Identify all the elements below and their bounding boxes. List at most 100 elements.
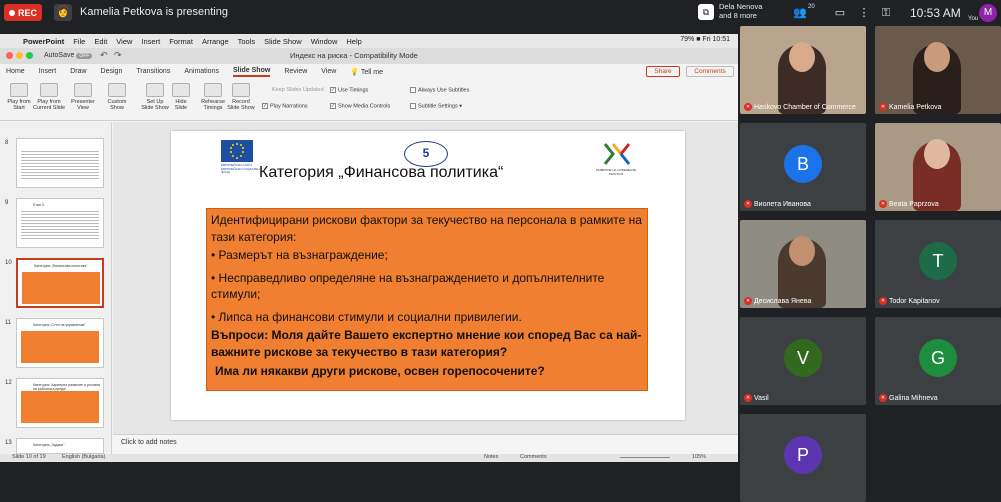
slide-thumbnail-13[interactable]: Категория „Задачи“ (16, 438, 104, 454)
participant-name: ✕ Haskovo Chamber of Commerce (744, 103, 856, 111)
presenter-view-button[interactable]: Presenter View (66, 83, 100, 111)
participant-face (789, 42, 815, 72)
slide-thumbnail-10[interactable]: Категория „Финансова политика“ (16, 258, 104, 308)
tab-transitions[interactable]: Transitions (136, 67, 170, 76)
tab-slide-show[interactable]: Slide Show (232, 66, 271, 77)
bullet-item: • Несправедливо определяне на възнагражд… (211, 270, 605, 302)
meet-top-bar: REC 👩 Kamelia Petkova is presenting ⧉ De… (0, 0, 1001, 26)
custom-show-button[interactable]: Custom Show (100, 83, 134, 111)
tab-draw[interactable]: Draw (70, 67, 86, 76)
menu-powerpoint[interactable]: PowerPoint (23, 37, 64, 46)
notes-toggle[interactable]: Notes (484, 454, 498, 460)
participant-grid: ✕ Haskovo Chamber of Commerce ✕ Kamelia Pet… (738, 26, 1001, 502)
always-use-subtitles-checkbox[interactable]: Always Use Subtitles (410, 87, 469, 93)
undo-icon[interactable]: ↶ (100, 50, 108, 61)
autosave-toggle[interactable]: AutoSave OFF (44, 52, 93, 59)
thumb-number: 9 (5, 200, 9, 206)
screen-share-icon[interactable]: ⧉ (698, 4, 714, 20)
menu-file[interactable]: File (73, 37, 85, 46)
slide-thumbnails-pane: 8 9 Етап 3. 10 Категория „Финансова поли… (0, 122, 112, 454)
menu-view[interactable]: View (116, 37, 132, 46)
chat-icon[interactable]: ▭ (832, 6, 848, 20)
document-title: Индекс на риска - Compatibility Mode (290, 51, 418, 60)
slide-thumbnail-8[interactable] (16, 138, 104, 188)
participant-name: ✕ Todor Kapitanov (879, 297, 940, 305)
bullet-item: • Размерът на възнаграждение; (211, 248, 388, 262)
slide-thumbnail-12[interactable]: Категория „Кариерно развитие и условия н… (16, 378, 104, 428)
comments-button[interactable]: Comments (686, 66, 734, 77)
menu-insert[interactable]: Insert (141, 37, 160, 46)
menu-slide-show[interactable]: Slide Show (264, 37, 302, 46)
participant-name: ✕ Виолета Иванова (744, 200, 811, 208)
participant-tile[interactable]: ✕ Beata Paprzova (875, 123, 1001, 211)
zoom-window-icon[interactable] (26, 52, 33, 59)
comments-toggle[interactable]: Comments (520, 454, 547, 460)
current-slide[interactable]: ЕВРОПЕЙСКИ СЪЮЗ ЕВРОПЕЙСКИ СОЦИАЛЕН ФОНД… (171, 131, 685, 420)
zoom-slider[interactable] (620, 457, 670, 458)
lock-icon[interactable]: ⚿ (878, 6, 894, 20)
close-window-icon[interactable] (6, 52, 13, 59)
redo-icon[interactable]: ↷ (114, 50, 122, 61)
participant-avatar: B (784, 145, 822, 183)
thumb-number: 8 (5, 140, 9, 146)
participant-tile[interactable]: ✕ Haskovo Chamber of Commerce (740, 26, 866, 114)
slide-thumbnail-9[interactable]: Етап 3. (16, 198, 104, 248)
zoom-level[interactable]: 105% (692, 454, 706, 460)
participants-summary[interactable]: Dela Nenova and 8 more (719, 2, 762, 20)
tab-animations[interactable]: Animations (184, 67, 219, 76)
hide-slide-button[interactable]: Hide Slide (164, 83, 198, 111)
tab-view[interactable]: View (321, 67, 336, 76)
menu-arrange[interactable]: Arrange (202, 37, 229, 46)
hide-slide-icon (172, 83, 190, 97)
record-slide-show-button[interactable]: Record Slide Show (224, 83, 258, 111)
participant-tile[interactable]: ✕ Десислава Янева (740, 220, 866, 308)
tab-design[interactable]: Design (101, 67, 123, 76)
participant-tile[interactable]: G ✕ Galina Mihneva (875, 317, 1001, 405)
menu-tools[interactable]: Tools (238, 37, 256, 46)
play-from-start-button[interactable]: Play from Start (2, 83, 36, 111)
mic-muted-icon: ✕ (879, 394, 887, 402)
participant-tile[interactable]: B ✕ Виолета Иванова (740, 123, 866, 211)
people-icon[interactable]: 👥 (792, 6, 808, 20)
bullet-item: • Липса на финансови стимули и социални … (211, 309, 522, 324)
participant-name-text: Виолета Иванова (754, 200, 811, 208)
show-media-controls-checkbox[interactable]: ✓ Show Media Controls (330, 103, 390, 109)
status-bar: Slide 10 of 19 English (Bulgaria) Notes … (0, 454, 738, 462)
menu-edit[interactable]: Edit (94, 37, 107, 46)
menu-format[interactable]: Format (169, 37, 193, 46)
mic-muted-icon: ✕ (879, 200, 887, 208)
language-indicator[interactable]: English (Bulgaria) (62, 454, 105, 460)
question-text-2: Има ли някакви други рискове, освен горе… (215, 364, 545, 378)
menu-window[interactable]: Window (311, 37, 338, 46)
menu-help[interactable]: Help (346, 37, 361, 46)
self-avatar[interactable]: M (979, 4, 997, 22)
tab-review[interactable]: Review (284, 67, 307, 76)
you-label: You (968, 16, 979, 22)
record-dot-icon (9, 9, 15, 16)
participant-tile[interactable]: T ✕ Todor Kapitanov (875, 220, 1001, 308)
play-from-current-button[interactable]: Play from Current Slide (32, 83, 66, 111)
participant-tile[interactable]: P (740, 414, 866, 502)
participant-tile[interactable]: ✕ Kamelia Petkova (875, 26, 1001, 114)
activities-icon[interactable]: ⋮ (856, 6, 872, 20)
participant-name-text: Todor Kapitanov (889, 297, 940, 305)
tab-home[interactable]: Home (6, 67, 25, 76)
participant-tile[interactable]: V ✕ Vasil (740, 317, 866, 405)
ribbon-tabs: Home Insert Draw Design Transitions Anim… (0, 64, 738, 79)
keep-slides-updated-checkbox[interactable]: Keep Slides Updated (272, 87, 324, 93)
tell-me-search[interactable]: 💡 Tell me (350, 67, 383, 77)
thumb-number: 13 (5, 440, 12, 446)
notes-area[interactable]: Click to add notes (113, 434, 738, 454)
people-count: 20 (808, 4, 815, 10)
slide-thumbnail-11[interactable]: Категория „Стил на управление“ (16, 318, 104, 368)
tab-insert[interactable]: Insert (39, 67, 57, 76)
subtitle-settings-button[interactable]: Subtitle Settings ▾ (410, 103, 462, 109)
participant-face (789, 236, 815, 266)
thumb-number: 11 (5, 320, 12, 326)
share-button[interactable]: Share (646, 66, 680, 77)
mic-muted-icon: ✕ (744, 394, 752, 402)
minimize-window-icon[interactable] (16, 52, 23, 59)
participant-name: ✕ Beata Paprzova (879, 200, 939, 208)
use-timings-checkbox[interactable]: ✓ Use Timings (330, 87, 368, 93)
play-narrations-checkbox[interactable]: ✓ Play Narrations (262, 103, 308, 109)
